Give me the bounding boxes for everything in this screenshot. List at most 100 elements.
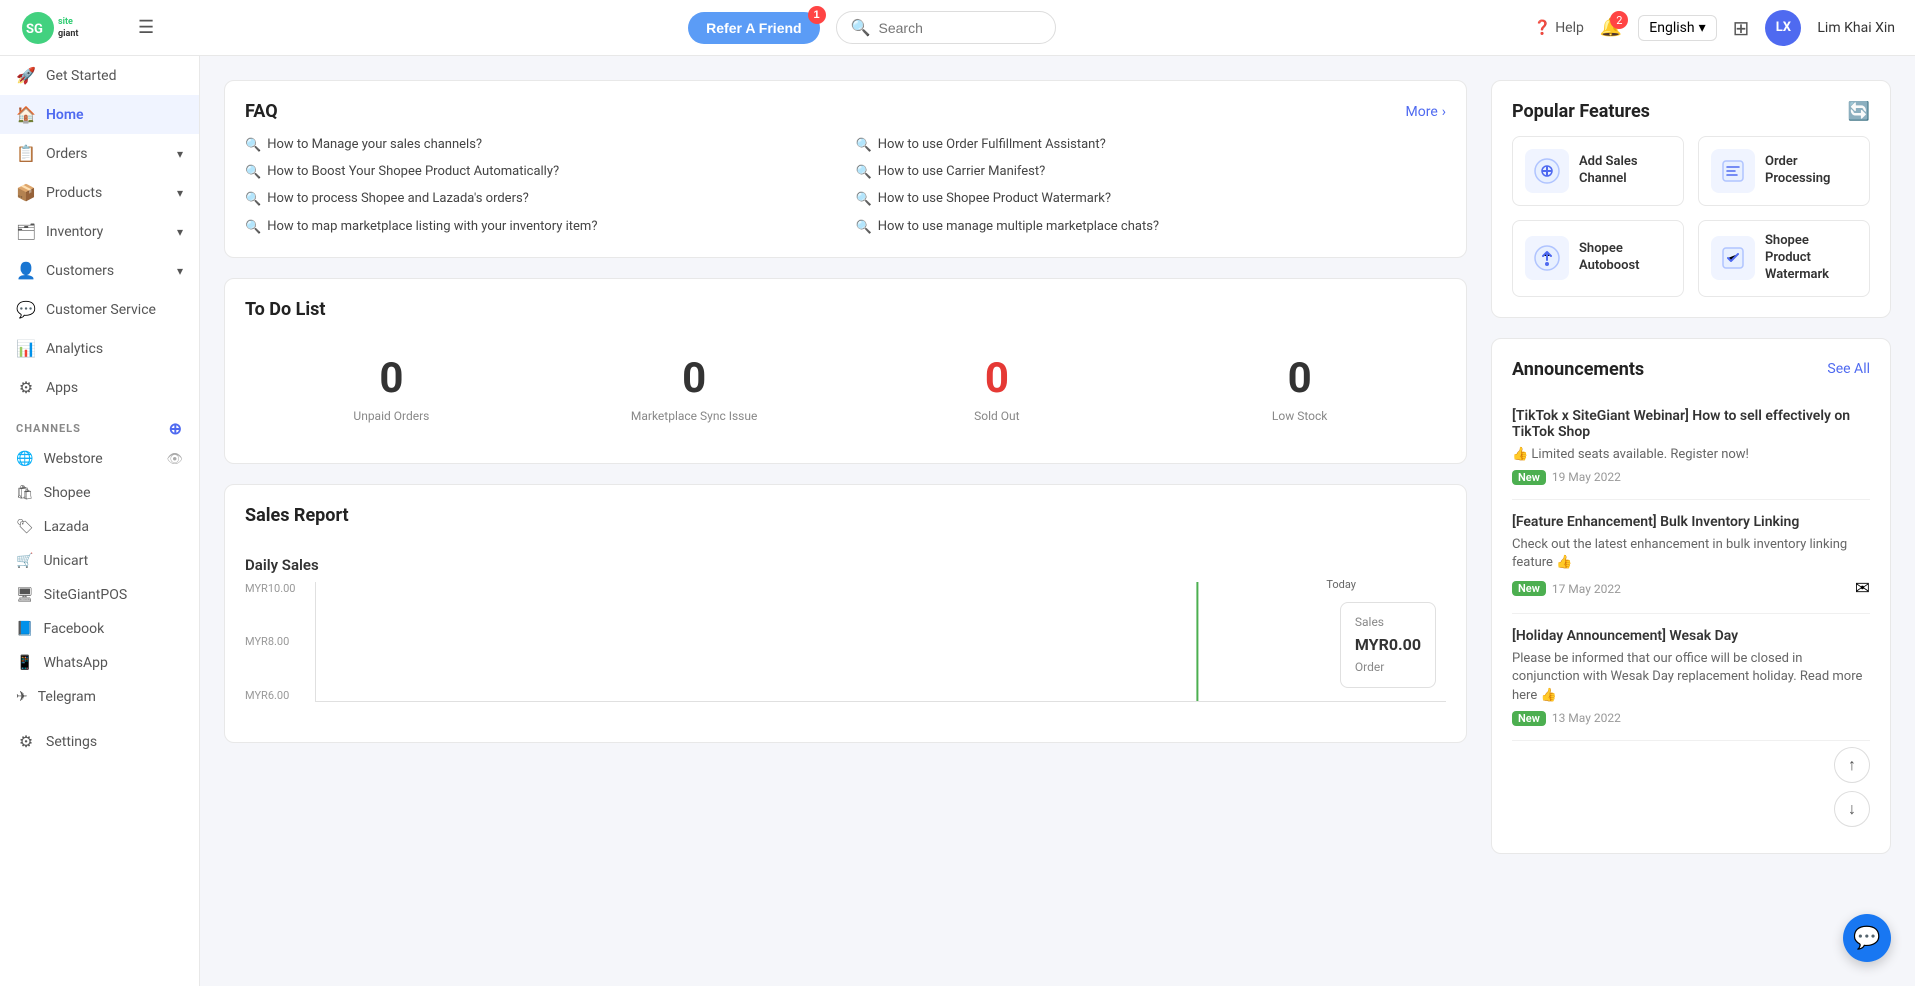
language-selector[interactable]: English ▾ [1638, 15, 1716, 41]
sidebar-item-whatsapp[interactable]: 📱 WhatsApp [0, 646, 199, 680]
feature-shopee-autoboost-label: Shopee Autoboost [1579, 241, 1671, 275]
sidebar-item-unicart[interactable]: 🛒 Unicart [0, 544, 199, 578]
scroll-up-button[interactable]: ↑ [1834, 747, 1870, 783]
faq-item-6[interactable]: 🔍 How to use Carrier Manifest? [856, 163, 1447, 182]
chart-area: MYR10.00 MYR8.00 MYR6.00 Today Sales [245, 582, 1446, 722]
layout-toggle-button[interactable]: ⊞ [1733, 16, 1750, 40]
ann-bulk-body: Check out the latest enhancement in bulk… [1512, 536, 1870, 572]
sidebar-item-products[interactable]: 📦 Products ▾ [0, 173, 199, 212]
daily-sales-title: Daily Sales [245, 556, 1446, 574]
sidebar-label-shopee: Shopee [44, 485, 91, 501]
faq-more-link[interactable]: More › [1406, 104, 1446, 120]
sidebar-item-home[interactable]: 🏠 Home [0, 95, 199, 134]
sales-report-title: Sales Report [245, 505, 349, 526]
help-button[interactable]: ❓ Help [1534, 20, 1584, 36]
todo-marketplace-sync[interactable]: 0 Marketplace Sync Issue [548, 354, 841, 423]
sidebar-item-apps[interactable]: ⚙ Apps [0, 368, 199, 407]
ann-tiktok-date: 19 May 2022 [1552, 470, 1621, 484]
ann-bulk-title[interactable]: [Feature Enhancement] Bulk Inventory Lin… [1512, 514, 1870, 530]
logo-area: SG site giant ☰ [20, 10, 210, 46]
todo-grid: 0 Unpaid Orders 0 Marketplace Sync Issue… [245, 334, 1446, 443]
orders-icon: 📋 [16, 144, 36, 163]
feature-add-sales-channel[interactable]: Add Sales Channel [1512, 136, 1684, 206]
shopee-autoboost-icon [1525, 236, 1569, 280]
faq-item-7[interactable]: 🔍 How to use Shopee Product Watermark? [856, 190, 1447, 209]
main-layout: 🚀 Get Started 🏠 Home 📋 Orders ▾ 📦 Produc… [0, 56, 1915, 986]
refer-friend-button[interactable]: Refer A Friend 1 [688, 12, 819, 44]
todo-sold-out[interactable]: 0 Sold Out [851, 354, 1144, 423]
sidebar-item-shopee[interactable]: 🛍 Shopee [0, 476, 199, 510]
sidebar-item-orders[interactable]: 📋 Orders ▾ [0, 134, 199, 173]
ann-bulk-meta: New 17 May 2022 ✉ [1512, 578, 1870, 599]
scroll-down-button[interactable]: ↓ [1834, 791, 1870, 827]
sidebar-item-facebook[interactable]: 📘 Facebook [0, 612, 199, 646]
notification-badge: 2 [1610, 11, 1628, 29]
sidebar-label-products: Products [46, 185, 102, 201]
sitegiant-logo: SG site giant [20, 10, 130, 46]
faq-item-5[interactable]: 🔍 How to use Order Fulfillment Assistant… [856, 136, 1447, 155]
feature-shopee-product-watermark[interactable]: Shopee Product Watermark [1698, 220, 1870, 297]
see-all-link[interactable]: See All [1827, 361, 1870, 377]
sidebar-label-inventory: Inventory [46, 224, 103, 240]
announcement-bulk-inventory: [Feature Enhancement] Bulk Inventory Lin… [1512, 500, 1870, 614]
lazada-icon: 🏷 [16, 519, 34, 535]
header-center: Refer A Friend 1 🔍 [222, 11, 1522, 44]
add-channel-button[interactable]: ⊕ [169, 419, 183, 438]
sidebar-label-analytics: Analytics [46, 341, 103, 357]
sidebar-item-lazada[interactable]: 🏷 Lazada [0, 510, 199, 544]
faq-header: FAQ More › [245, 101, 1446, 122]
refresh-icon[interactable]: 🔄 [1848, 101, 1870, 122]
hamburger-btn[interactable]: ☰ [138, 17, 154, 38]
right-panel: Popular Features 🔄 Add Sales Channel [1491, 80, 1891, 962]
sidebar-item-get-started[interactable]: 🚀 Get Started [0, 56, 199, 95]
sidebar-label-whatsapp: WhatsApp [43, 655, 107, 671]
sidebar-item-customers[interactable]: 👤 Customers ▾ [0, 251, 199, 290]
faq-item-2[interactable]: 🔍 How to Boost Your Shopee Product Autom… [245, 163, 836, 182]
sidebar-item-analytics[interactable]: 📊 Analytics [0, 329, 199, 368]
todo-low-stock[interactable]: 0 Low Stock [1153, 354, 1446, 423]
faq-item-3[interactable]: 🔍 How to process Shopee and Lazada's ord… [245, 190, 836, 209]
eye-icon: 👁 [166, 452, 183, 467]
settings-icon: ⚙ [16, 732, 36, 751]
analytics-icon: 📊 [16, 339, 36, 358]
search-icon: 🔍 [856, 191, 872, 209]
shopee-product-watermark-icon [1711, 236, 1755, 280]
customers-icon: 👤 [16, 261, 36, 280]
faq-item-4[interactable]: 🔍 How to map marketplace listing with yo… [245, 218, 836, 237]
ann-tiktok-title[interactable]: [TikTok x SiteGiant Webinar] How to sell… [1512, 408, 1870, 440]
sidebar-label-get-started: Get Started [46, 68, 117, 84]
sidebar-item-sitegiantpos[interactable]: 🖥 SiteGiantPOS [0, 578, 199, 612]
customer-service-icon: 💬 [16, 300, 36, 319]
svg-text:site: site [58, 17, 73, 27]
todo-unpaid-orders[interactable]: 0 Unpaid Orders [245, 354, 538, 423]
search-box: 🔍 [836, 11, 1056, 44]
ann-wesak-body: Please be informed that our office will … [1512, 650, 1870, 705]
sidebar-item-telegram[interactable]: ✈ Telegram [0, 680, 199, 714]
notification-button[interactable]: 🔔 2 [1600, 17, 1622, 38]
faq-item-1[interactable]: 🔍 How to Manage your sales channels? [245, 136, 836, 155]
marketplace-sync-count: 0 [682, 354, 706, 403]
faq-columns: 🔍 How to Manage your sales channels? 🔍 H… [245, 136, 1446, 237]
feature-shopee-product-watermark-label: Shopee Product Watermark [1765, 233, 1857, 284]
user-name[interactable]: Lim Khai Xin [1817, 20, 1895, 36]
feature-shopee-autoboost[interactable]: Shopee Autoboost [1512, 220, 1684, 297]
ann-tiktok-body: 👍 Limited seats available. Register now! [1512, 446, 1870, 464]
sidebar-item-customer-service[interactable]: 💬 Customer Service [0, 290, 199, 329]
get-started-icon: 🚀 [16, 66, 36, 85]
unicart-icon: 🛒 [16, 553, 33, 569]
sidebar-item-inventory[interactable]: 🗂 Inventory ▾ [0, 212, 199, 251]
chevron-right-icon: › [1442, 104, 1446, 120]
feature-order-processing[interactable]: Order Processing [1698, 136, 1870, 206]
ann-wesak-title[interactable]: [Holiday Announcement] Wesak Day [1512, 628, 1870, 644]
sidebar-item-settings[interactable]: ⚙ Settings [0, 722, 199, 761]
chat-button[interactable]: 💬 [1843, 914, 1891, 962]
sidebar-label-customer-service: Customer Service [46, 302, 156, 318]
sidebar: 🚀 Get Started 🏠 Home 📋 Orders ▾ 📦 Produc… [0, 56, 200, 986]
search-icon: 🔍 [851, 18, 871, 37]
search-icon: 🔍 [245, 164, 261, 182]
main-content: FAQ More › 🔍 How to Manage your sales ch… [200, 56, 1915, 986]
help-icon: ❓ [1534, 20, 1551, 36]
sidebar-item-webstore[interactable]: 🌐 Webstore 👁 [0, 442, 199, 476]
search-input[interactable] [879, 20, 1039, 36]
faq-item-8[interactable]: 🔍 How to use manage multiple marketplace… [856, 218, 1447, 237]
